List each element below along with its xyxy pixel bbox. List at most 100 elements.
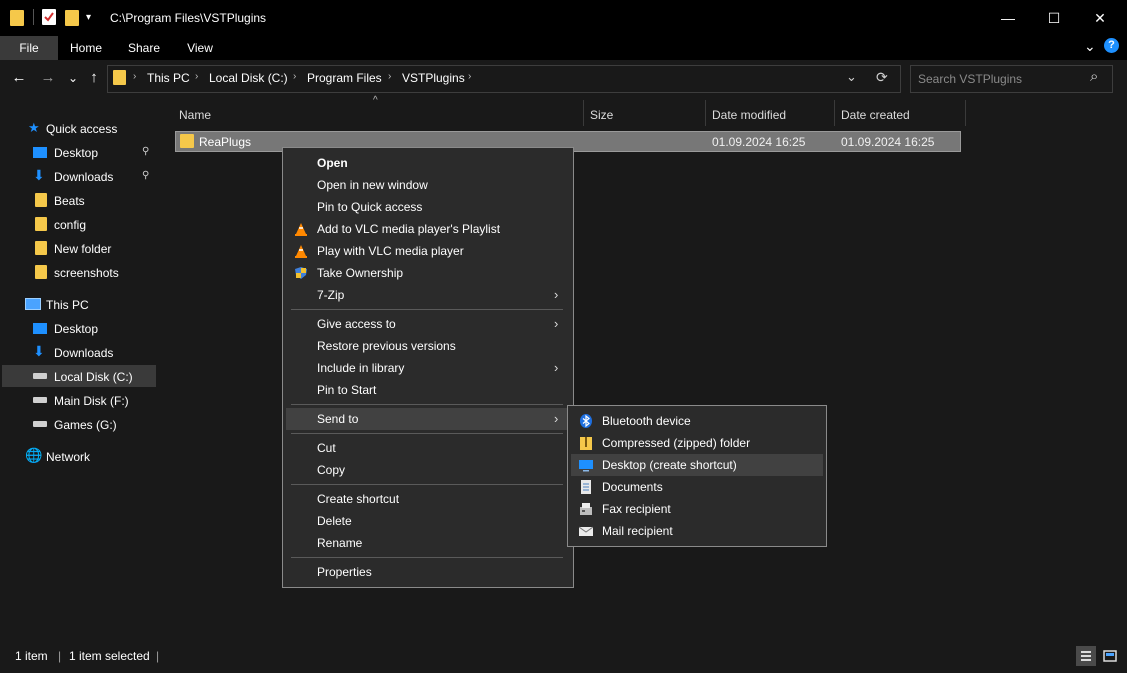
menu-item-copy[interactable]: Copy: [286, 459, 570, 481]
window-title: C:\Program Files\VSTPlugins: [110, 11, 267, 25]
address-dropdown-icon[interactable]: ⌄: [846, 69, 857, 85]
sidebar-item-this-pc[interactable]: This PC: [2, 293, 156, 315]
breadcrumb-separator[interactable]: ›: [468, 71, 471, 82]
status-separator: |: [58, 649, 62, 663]
help-icon[interactable]: ?: [1104, 38, 1119, 53]
sidebar-item-desktop[interactable]: Desktop ⚲: [2, 141, 156, 163]
menu-item-pin-to-quick-access[interactable]: Pin to Quick access: [286, 196, 570, 218]
menu-item-properties[interactable]: Properties: [286, 561, 570, 583]
search-box[interactable]: [910, 65, 1113, 93]
new-folder-icon[interactable]: [65, 10, 79, 26]
sidebar-item-downloads[interactable]: ⬇ Downloads ⚲: [2, 165, 156, 187]
up-button[interactable]: ↑: [84, 67, 104, 89]
refresh-icon[interactable]: ⟳: [876, 69, 888, 86]
drive-icon: [33, 397, 47, 403]
menu-item-take-ownership[interactable]: Take Ownership: [286, 262, 570, 284]
column-divider[interactable]: [965, 100, 966, 126]
menu-item-pin-to-start[interactable]: Pin to Start: [286, 379, 570, 401]
column-header-size[interactable]: Size: [590, 104, 700, 126]
search-icon[interactable]: ⌕: [1090, 68, 1098, 85]
menu-item-open[interactable]: Open: [286, 152, 570, 174]
menu-separator: [291, 433, 563, 434]
menu-item-delete[interactable]: Delete: [286, 510, 570, 532]
large-icons-view-button[interactable]: [1100, 646, 1120, 666]
menu-item-documents[interactable]: Documents: [571, 476, 823, 498]
column-header-name[interactable]: Name: [179, 104, 579, 126]
sidebar-item-new-folder[interactable]: New folder: [2, 237, 156, 259]
menu-item-restore-previous-versions[interactable]: Restore previous versions: [286, 335, 570, 357]
sidebar-item-main-disk-f[interactable]: Main Disk (F:): [2, 389, 156, 411]
download-icon: ⬇: [33, 343, 45, 359]
sidebar-item-games-g[interactable]: Games (G:): [2, 413, 156, 435]
folder-icon: [35, 193, 47, 207]
breadcrumb-this-pc[interactable]: This PC: [147, 71, 190, 85]
maximize-button[interactable]: ☐: [1031, 0, 1077, 36]
chevron-right-icon: ›: [554, 287, 559, 302]
column-divider[interactable]: [834, 100, 835, 126]
menu-item-label: Create shortcut: [317, 492, 400, 506]
minimize-button[interactable]: —: [985, 0, 1031, 36]
tab-view[interactable]: View: [176, 36, 224, 60]
recent-locations-button[interactable]: ⌄: [63, 67, 83, 89]
menu-item-cut[interactable]: Cut: [286, 437, 570, 459]
tab-home[interactable]: Home: [62, 36, 110, 60]
menu-item-give-access-to[interactable]: Give access to ›: [286, 313, 570, 335]
status-selected-count: 1 item selected: [69, 649, 150, 663]
breadcrumb-vstplugins[interactable]: VSTPlugins: [402, 71, 465, 85]
sidebar-item-label: Desktop: [54, 322, 99, 336]
menu-item-play-with-vlc-media-player[interactable]: Play with VLC media player: [286, 240, 570, 262]
sidebar-item-pc-desktop[interactable]: Desktop: [2, 317, 156, 339]
menu-item-label: Mail recipient: [602, 524, 673, 538]
forward-button[interactable]: →: [38, 67, 58, 89]
menu-item-create-shortcut[interactable]: Create shortcut: [286, 488, 570, 510]
breadcrumb-separator[interactable]: ›: [293, 71, 296, 82]
breadcrumb-separator[interactable]: ›: [133, 71, 136, 82]
desktop-icon: [33, 147, 47, 158]
folder-icon: [35, 265, 47, 279]
properties-icon[interactable]: [42, 9, 56, 25]
download-icon: ⬇: [33, 167, 45, 183]
column-divider[interactable]: [583, 100, 584, 126]
context-menu: Open Open in new window Pin to Quick acces…: [282, 147, 574, 588]
menu-item-rename[interactable]: Rename: [286, 532, 570, 554]
sidebar-item-config[interactable]: config: [2, 213, 156, 235]
column-divider[interactable]: [705, 100, 706, 126]
menu-item-compressed-zipped-folder[interactable]: Compressed (zipped) folder: [571, 432, 823, 454]
breadcrumb-separator[interactable]: ›: [195, 71, 198, 82]
menu-item-7-zip[interactable]: 7-Zip ›: [286, 284, 570, 306]
sidebar-item-label: Downloads: [54, 170, 114, 184]
tab-share[interactable]: Share: [120, 36, 168, 60]
menu-item-include-in-library[interactable]: Include in library ›: [286, 357, 570, 379]
sidebar-item-screenshots[interactable]: screenshots: [2, 261, 156, 283]
menu-item-desktop-create-shortcut[interactable]: Desktop (create shortcut): [571, 454, 823, 476]
sidebar-item-beats[interactable]: Beats: [2, 189, 156, 211]
search-input[interactable]: [918, 71, 1088, 87]
breadcrumb-separator[interactable]: ›: [388, 71, 391, 82]
column-header-date-modified[interactable]: Date modified: [712, 104, 830, 126]
column-header-date-created[interactable]: Date created: [841, 104, 959, 126]
sidebar-item-quick-access[interactable]: ★ Quick access: [2, 117, 156, 139]
details-view-button[interactable]: [1076, 646, 1096, 666]
menu-item-open-in-new-window[interactable]: Open in new window: [286, 174, 570, 196]
sidebar-item-network[interactable]: 🌐 Network: [2, 445, 156, 467]
menu-item-add-to-vlc-media-player-s-playlist[interactable]: Add to VLC media player's Playlist: [286, 218, 570, 240]
sidebar-item-pc-downloads[interactable]: ⬇ Downloads: [2, 341, 156, 363]
menu-item-mail-recipient[interactable]: Mail recipient: [571, 520, 823, 542]
folder-icon[interactable]: [10, 10, 24, 26]
menu-item-label: Send to: [317, 412, 359, 426]
menu-item-label: Pin to Start: [317, 383, 377, 397]
back-button[interactable]: ←: [9, 67, 29, 89]
expand-ribbon-icon[interactable]: ⌄: [1084, 38, 1096, 55]
close-button[interactable]: ✕: [1077, 0, 1123, 36]
breadcrumb-program-files[interactable]: Program Files: [307, 71, 382, 85]
breadcrumb-local-disk[interactable]: Local Disk (C:): [209, 71, 288, 85]
tab-file[interactable]: File: [0, 36, 58, 60]
menu-item-label: Delete: [317, 514, 352, 528]
sidebar-item-local-disk-c[interactable]: Local Disk (C:): [2, 365, 156, 387]
customize-toolbar-icon[interactable]: ▾: [86, 12, 91, 23]
menu-item-label: Properties: [317, 565, 372, 579]
menu-item-fax-recipient[interactable]: Fax recipient: [571, 498, 823, 520]
menu-item-send-to[interactable]: Send to ›: [286, 408, 570, 430]
menu-item-bluetooth-device[interactable]: Bluetooth device: [571, 410, 823, 432]
sidebar-item-label: Downloads: [54, 346, 114, 360]
